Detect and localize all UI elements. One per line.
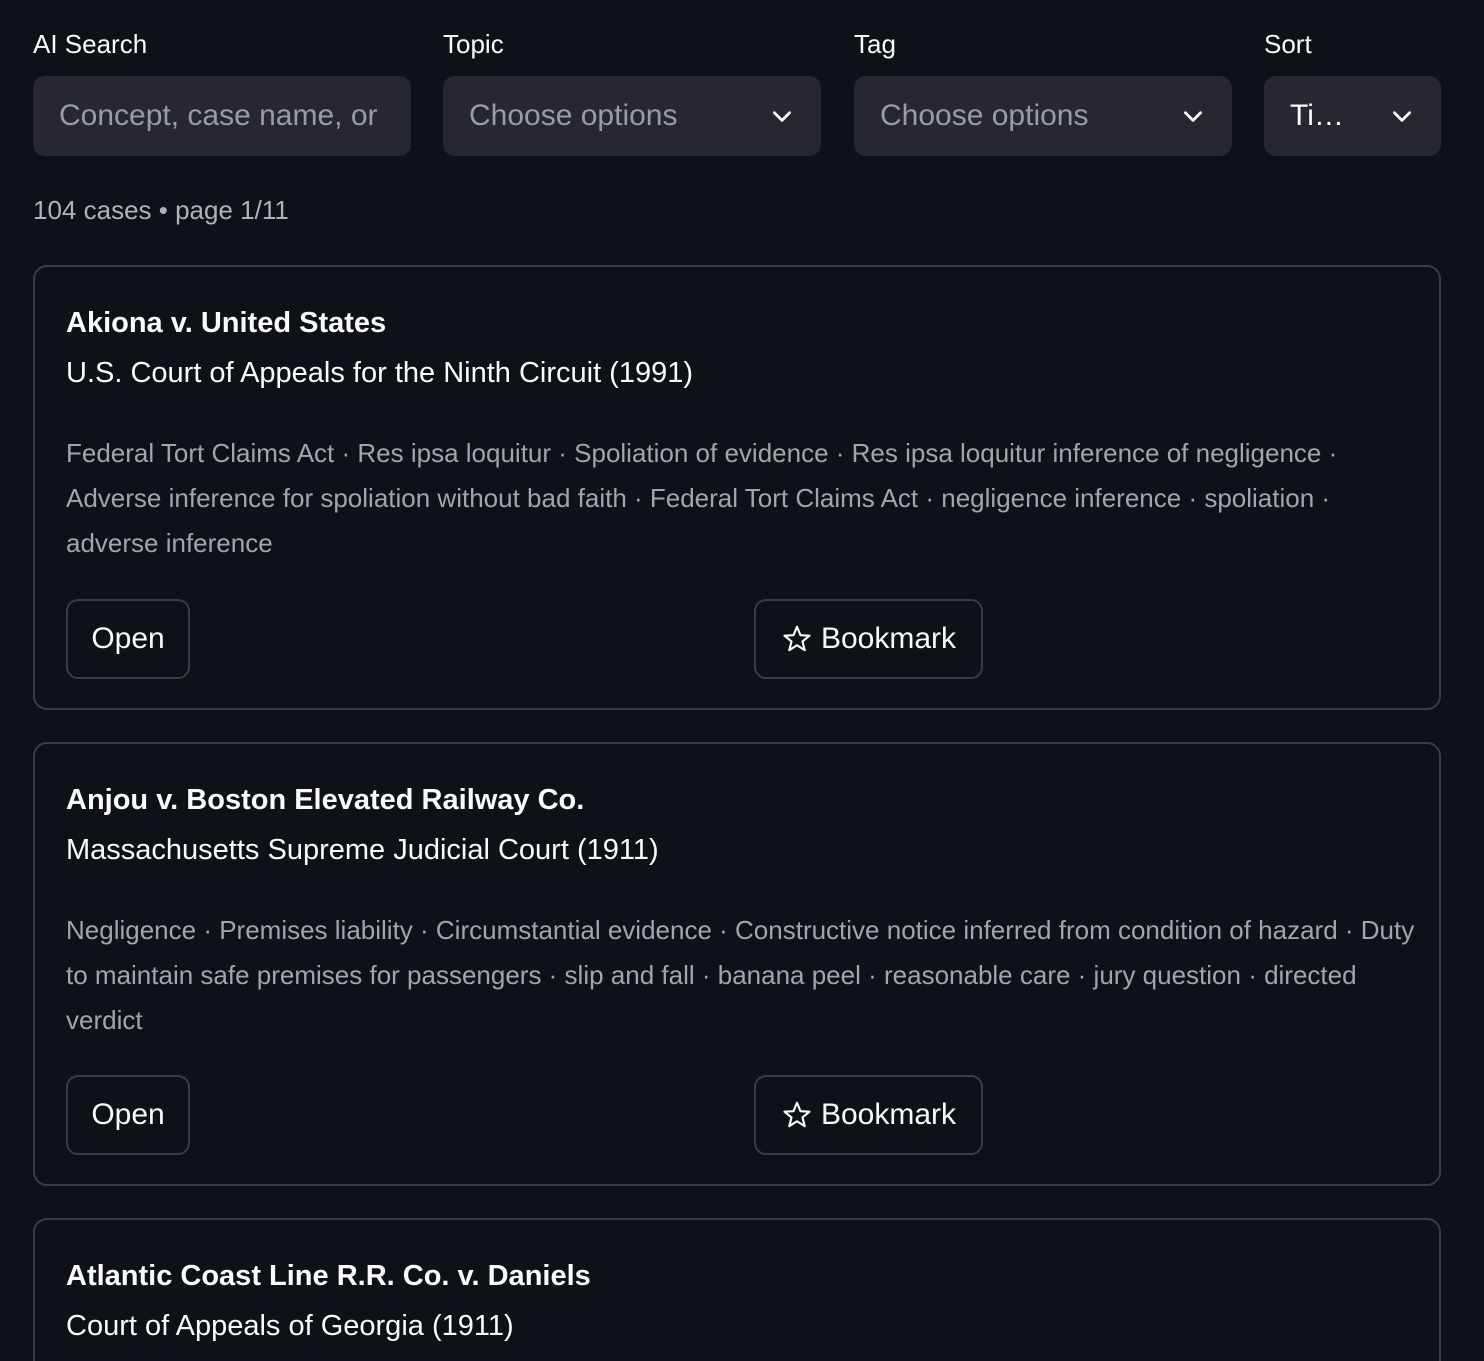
ai-search-input[interactable] [59,99,385,133]
case-tags: Federal Tort Claims Act · Res ipsa loqui… [66,438,1338,558]
case-card: Akiona v. United States U.S. Court of Ap… [33,265,1441,710]
chevron-down-icon [1393,111,1411,122]
bookmark-button[interactable]: Bookmark [754,1075,983,1155]
open-button[interactable]: Open [66,599,190,679]
case-tags: Negligence · Premises liability · Circum… [66,915,1415,1035]
case-title: Anjou v. Boston Elevated Railway Co. [66,784,585,816]
star-outline-icon [783,625,811,652]
ai-search-label: AI Search [33,29,148,59]
open-button-label: Open [91,622,165,655]
ai-search-filter: AI Search [33,26,411,156]
tag-select[interactable]: Choose options [854,76,1232,156]
sort-filter: Sort Ti… [1264,26,1441,156]
topic-label: Topic [443,29,504,59]
sort-value: Ti… [1290,99,1344,132]
chevron-down-icon [1184,111,1202,122]
ai-search-box [33,76,411,156]
tag-placeholder: Choose options [880,99,1089,132]
tag-filter: Tag Choose options [854,26,1232,156]
case-court: Massachusetts Supreme Judicial Court (19… [66,834,659,866]
tag-label: Tag [854,29,896,59]
results-summary: 104 cases • page 1/11 [33,195,289,225]
sort-select[interactable]: Ti… [1264,76,1441,156]
topic-filter: Topic Choose options [443,26,821,156]
case-card: Atlantic Coast Line R.R. Co. v. Daniels … [33,1218,1441,1361]
case-browser-page: AI Search Topic Choose options Tag Choos… [0,0,1484,1361]
bookmark-button-label: Bookmark [820,1098,957,1131]
case-title: Akiona v. United States [66,307,387,339]
open-button-label: Open [91,1098,165,1131]
star-outline-icon [783,1101,811,1128]
case-title: Atlantic Coast Line R.R. Co. v. Daniels [66,1260,591,1292]
case-court: Court of Appeals of Georgia (1911) [66,1310,514,1342]
sort-label: Sort [1264,29,1312,59]
topic-placeholder: Choose options [469,99,678,132]
topic-select[interactable]: Choose options [443,76,821,156]
bookmark-button-label: Bookmark [820,622,957,655]
filter-bar: AI Search Topic Choose options Tag Choos… [33,26,1441,156]
case-card: Anjou v. Boston Elevated Railway Co. Mas… [33,742,1441,1186]
open-button[interactable]: Open [66,1075,190,1155]
bookmark-button[interactable]: Bookmark [754,599,983,679]
case-court: U.S. Court of Appeals for the Ninth Circ… [66,357,694,389]
chevron-down-icon [773,111,791,122]
